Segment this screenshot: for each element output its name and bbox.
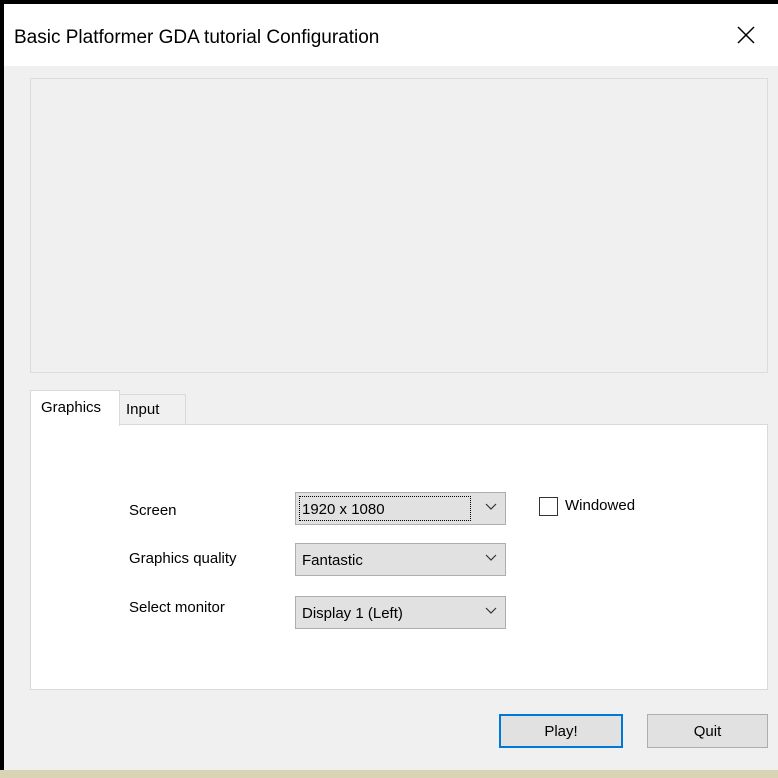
- chevron-down-icon: [485, 554, 497, 561]
- play-button[interactable]: Play!: [499, 714, 623, 748]
- monitor-select[interactable]: Display 1 (Left): [295, 596, 506, 629]
- close-button[interactable]: [714, 4, 778, 66]
- graphics-quality-value: Fantastic: [302, 552, 363, 569]
- tab-graphics[interactable]: Graphics: [30, 390, 120, 426]
- title-bar[interactable]: Basic Platformer GDA tutorial Configurat…: [4, 4, 778, 66]
- banner-image-area: [30, 78, 768, 373]
- chevron-down-icon: [485, 503, 497, 510]
- chevron-down-icon: [485, 607, 497, 614]
- quit-button-label: Quit: [693, 722, 722, 740]
- screen-select[interactable]: 1920 x 1080: [295, 492, 506, 525]
- tab-graphics-label: Graphics: [41, 399, 102, 416]
- play-button-label: Play!: [544, 722, 578, 740]
- windowed-label[interactable]: Windowed: [565, 497, 635, 514]
- tab-input[interactable]: Input: [120, 394, 186, 424]
- select-monitor-label: Select monitor: [129, 599, 225, 616]
- tab-input-label: Input: [126, 401, 160, 418]
- quit-button[interactable]: Quit: [647, 714, 768, 748]
- close-icon: [737, 26, 755, 44]
- windowed-checkbox[interactable]: [539, 497, 558, 516]
- graphics-quality-select[interactable]: Fantastic: [295, 543, 506, 576]
- window-border-bottom: [0, 770, 778, 778]
- graphics-quality-label: Graphics quality: [129, 550, 237, 567]
- window-title: Basic Platformer GDA tutorial Configurat…: [14, 27, 380, 48]
- window-border-left: [0, 0, 4, 778]
- screen-select-value: 1920 x 1080: [302, 501, 385, 518]
- screen-label: Screen: [129, 502, 177, 519]
- monitor-select-value: Display 1 (Left): [302, 605, 403, 622]
